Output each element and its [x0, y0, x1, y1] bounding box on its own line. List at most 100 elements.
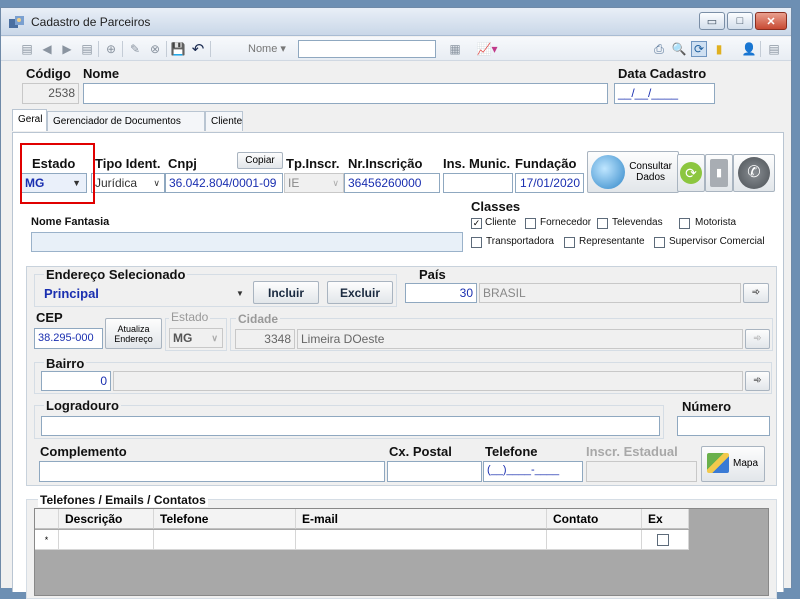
app-icon	[9, 15, 25, 29]
note-icon[interactable]: ▮	[711, 41, 727, 57]
numero-field[interactable]	[677, 416, 770, 436]
print-icon[interactable]: ⎙	[651, 41, 667, 57]
ex-checkbox[interactable]	[657, 534, 669, 546]
tp-inscr-select[interactable]: IE ∨	[284, 173, 344, 193]
cep-field[interactable]: 38.295-000	[34, 328, 103, 349]
cep-label: CEP	[36, 310, 63, 325]
atualiza-endereco-button[interactable]: Atualiza Endereço	[105, 318, 162, 349]
cx-postal-field[interactable]	[387, 461, 482, 482]
chart-icon[interactable]: 📈▾	[473, 41, 501, 57]
refresh-icon[interactable]: ⟳	[691, 41, 707, 57]
bairro-lookup-button[interactable]: ➾	[745, 371, 770, 391]
grid-col-telefone[interactable]: Telefone	[154, 509, 296, 529]
cidade-lookup-button[interactable]: ➾	[745, 329, 770, 349]
add-icon[interactable]: ⊕	[103, 41, 119, 57]
separator	[122, 41, 123, 57]
tp-inscr-label: Tp.Inscr.	[286, 156, 340, 171]
phone-button[interactable]: ✆	[733, 154, 775, 192]
search-icon[interactable]: 🔍	[671, 41, 687, 57]
nome-label: Nome	[83, 66, 120, 81]
new-row-marker: *	[35, 530, 59, 550]
close-button[interactable]: ✕	[755, 12, 787, 30]
checkbox-supervisor-comercial[interactable]	[654, 237, 665, 248]
consultar-label: Consultar Dados	[629, 161, 672, 183]
first-record-icon[interactable]: ▤	[19, 41, 35, 57]
classes-label: Classes	[471, 199, 521, 214]
cell-email[interactable]	[296, 530, 547, 550]
minimize-button[interactable]: ▭	[699, 12, 725, 30]
estado-endereco-select: MG ∨	[169, 328, 223, 348]
checkbox-motorista[interactable]	[679, 218, 690, 229]
previous-icon[interactable]: ◀	[39, 41, 55, 57]
save-icon[interactable]: 💾	[170, 41, 186, 57]
tipo-ident-select[interactable]: Jurídica ∨	[91, 173, 165, 193]
grid-col-email[interactable]: E-mail	[296, 509, 547, 529]
next-icon[interactable]: ▶	[59, 41, 75, 57]
mapa-button[interactable]: Mapa	[701, 446, 765, 482]
separator	[760, 41, 761, 57]
globe-icon	[591, 155, 625, 189]
nome-field[interactable]	[83, 83, 608, 104]
checkbox-representante[interactable]	[564, 237, 575, 248]
tab-cliente[interactable]: Cliente	[205, 111, 243, 131]
logradouro-field[interactable]	[41, 416, 660, 436]
user-icon[interactable]: 👤	[741, 41, 757, 57]
tab-geral[interactable]: Geral	[12, 109, 47, 131]
bairro-code-field[interactable]: 0	[41, 371, 111, 391]
cnpj-field[interactable]: 36.042.804/0001-09	[165, 173, 283, 193]
logradouro-label: Logradouro	[44, 398, 121, 413]
cell-ex	[642, 530, 689, 550]
delete-icon[interactable]: ⊗	[147, 41, 163, 57]
grid-col-contato[interactable]: Contato	[547, 509, 642, 529]
telefone-field[interactable]: (__)____-____	[483, 461, 583, 482]
maximize-icon: □	[736, 15, 744, 27]
fundacao-field[interactable]: 17/01/2020	[515, 173, 584, 193]
undo-icon[interactable]: ↶	[190, 41, 206, 58]
name-search-label: Nome ▾	[248, 43, 286, 55]
cell-contato[interactable]	[547, 530, 642, 550]
checkbox-transportadora-label: Transportadora	[486, 236, 554, 247]
report-icon[interactable]: ▦	[445, 41, 465, 57]
pais-lookup-button[interactable]: ➾	[743, 283, 769, 303]
estado-endereco-value: MG	[173, 331, 193, 345]
consultar-dados-button[interactable]: Consultar Dados	[587, 151, 679, 193]
contatos-grid: Descrição Telefone E-mail Contato Ex *	[34, 508, 769, 596]
cx-postal-label: Cx. Postal	[389, 444, 452, 459]
excluir-button[interactable]: Excluir	[327, 281, 393, 304]
checkbox-cliente[interactable]: ✓	[471, 218, 482, 229]
checkbox-fornecedor[interactable]	[525, 218, 536, 229]
complemento-field[interactable]	[39, 461, 385, 482]
inscr-estadual-label: Inscr. Estadual	[586, 444, 678, 459]
cell-descricao[interactable]	[59, 530, 154, 550]
cnpj-label: Cnpj	[168, 156, 197, 171]
last-record-icon[interactable]: ▤	[79, 41, 95, 57]
ins-munic-field[interactable]	[443, 173, 513, 193]
checkbox-televendas-label: Televendas	[612, 217, 663, 228]
grid-col-ex[interactable]: Ex	[642, 509, 689, 529]
data-cadastro-field[interactable]: __/__/____	[614, 83, 715, 104]
cell-telefone[interactable]	[154, 530, 296, 550]
chevron-down-icon: ∨	[153, 178, 160, 188]
incluir-button[interactable]: Incluir	[253, 281, 319, 304]
endereco-selecionado-value: Principal	[44, 286, 99, 301]
chevron-down-icon: ▼	[236, 289, 244, 298]
edit-icon[interactable]: ✎	[127, 41, 143, 57]
endereco-selecionado-select[interactable]: Principal ▼	[44, 286, 244, 302]
refresh-green-button[interactable]: ⟳	[677, 154, 705, 192]
name-search-input[interactable]	[298, 40, 436, 58]
codigo-label: Código	[26, 66, 71, 81]
copiar-button[interactable]: Copiar	[237, 152, 283, 169]
tab-gerenciador-documentos[interactable]: Gerenciador de Documentos	[47, 111, 205, 131]
grid-col-descricao[interactable]: Descrição	[59, 509, 154, 529]
checkbox-televendas[interactable]	[597, 218, 608, 229]
nome-fantasia-field[interactable]	[31, 232, 463, 252]
maximize-button[interactable]: □	[727, 12, 753, 30]
checkbox-motorista-label: Motorista	[695, 217, 737, 228]
separator	[166, 41, 167, 57]
phone-book-button[interactable]: ▮	[705, 154, 733, 192]
pais-code-field[interactable]: 30	[405, 283, 477, 303]
exit-icon[interactable]: ▤	[766, 41, 782, 57]
nr-inscricao-field[interactable]: 36456260000	[344, 173, 440, 193]
checkbox-transportadora[interactable]	[471, 237, 482, 248]
phone-book-icon: ▮	[710, 159, 728, 187]
